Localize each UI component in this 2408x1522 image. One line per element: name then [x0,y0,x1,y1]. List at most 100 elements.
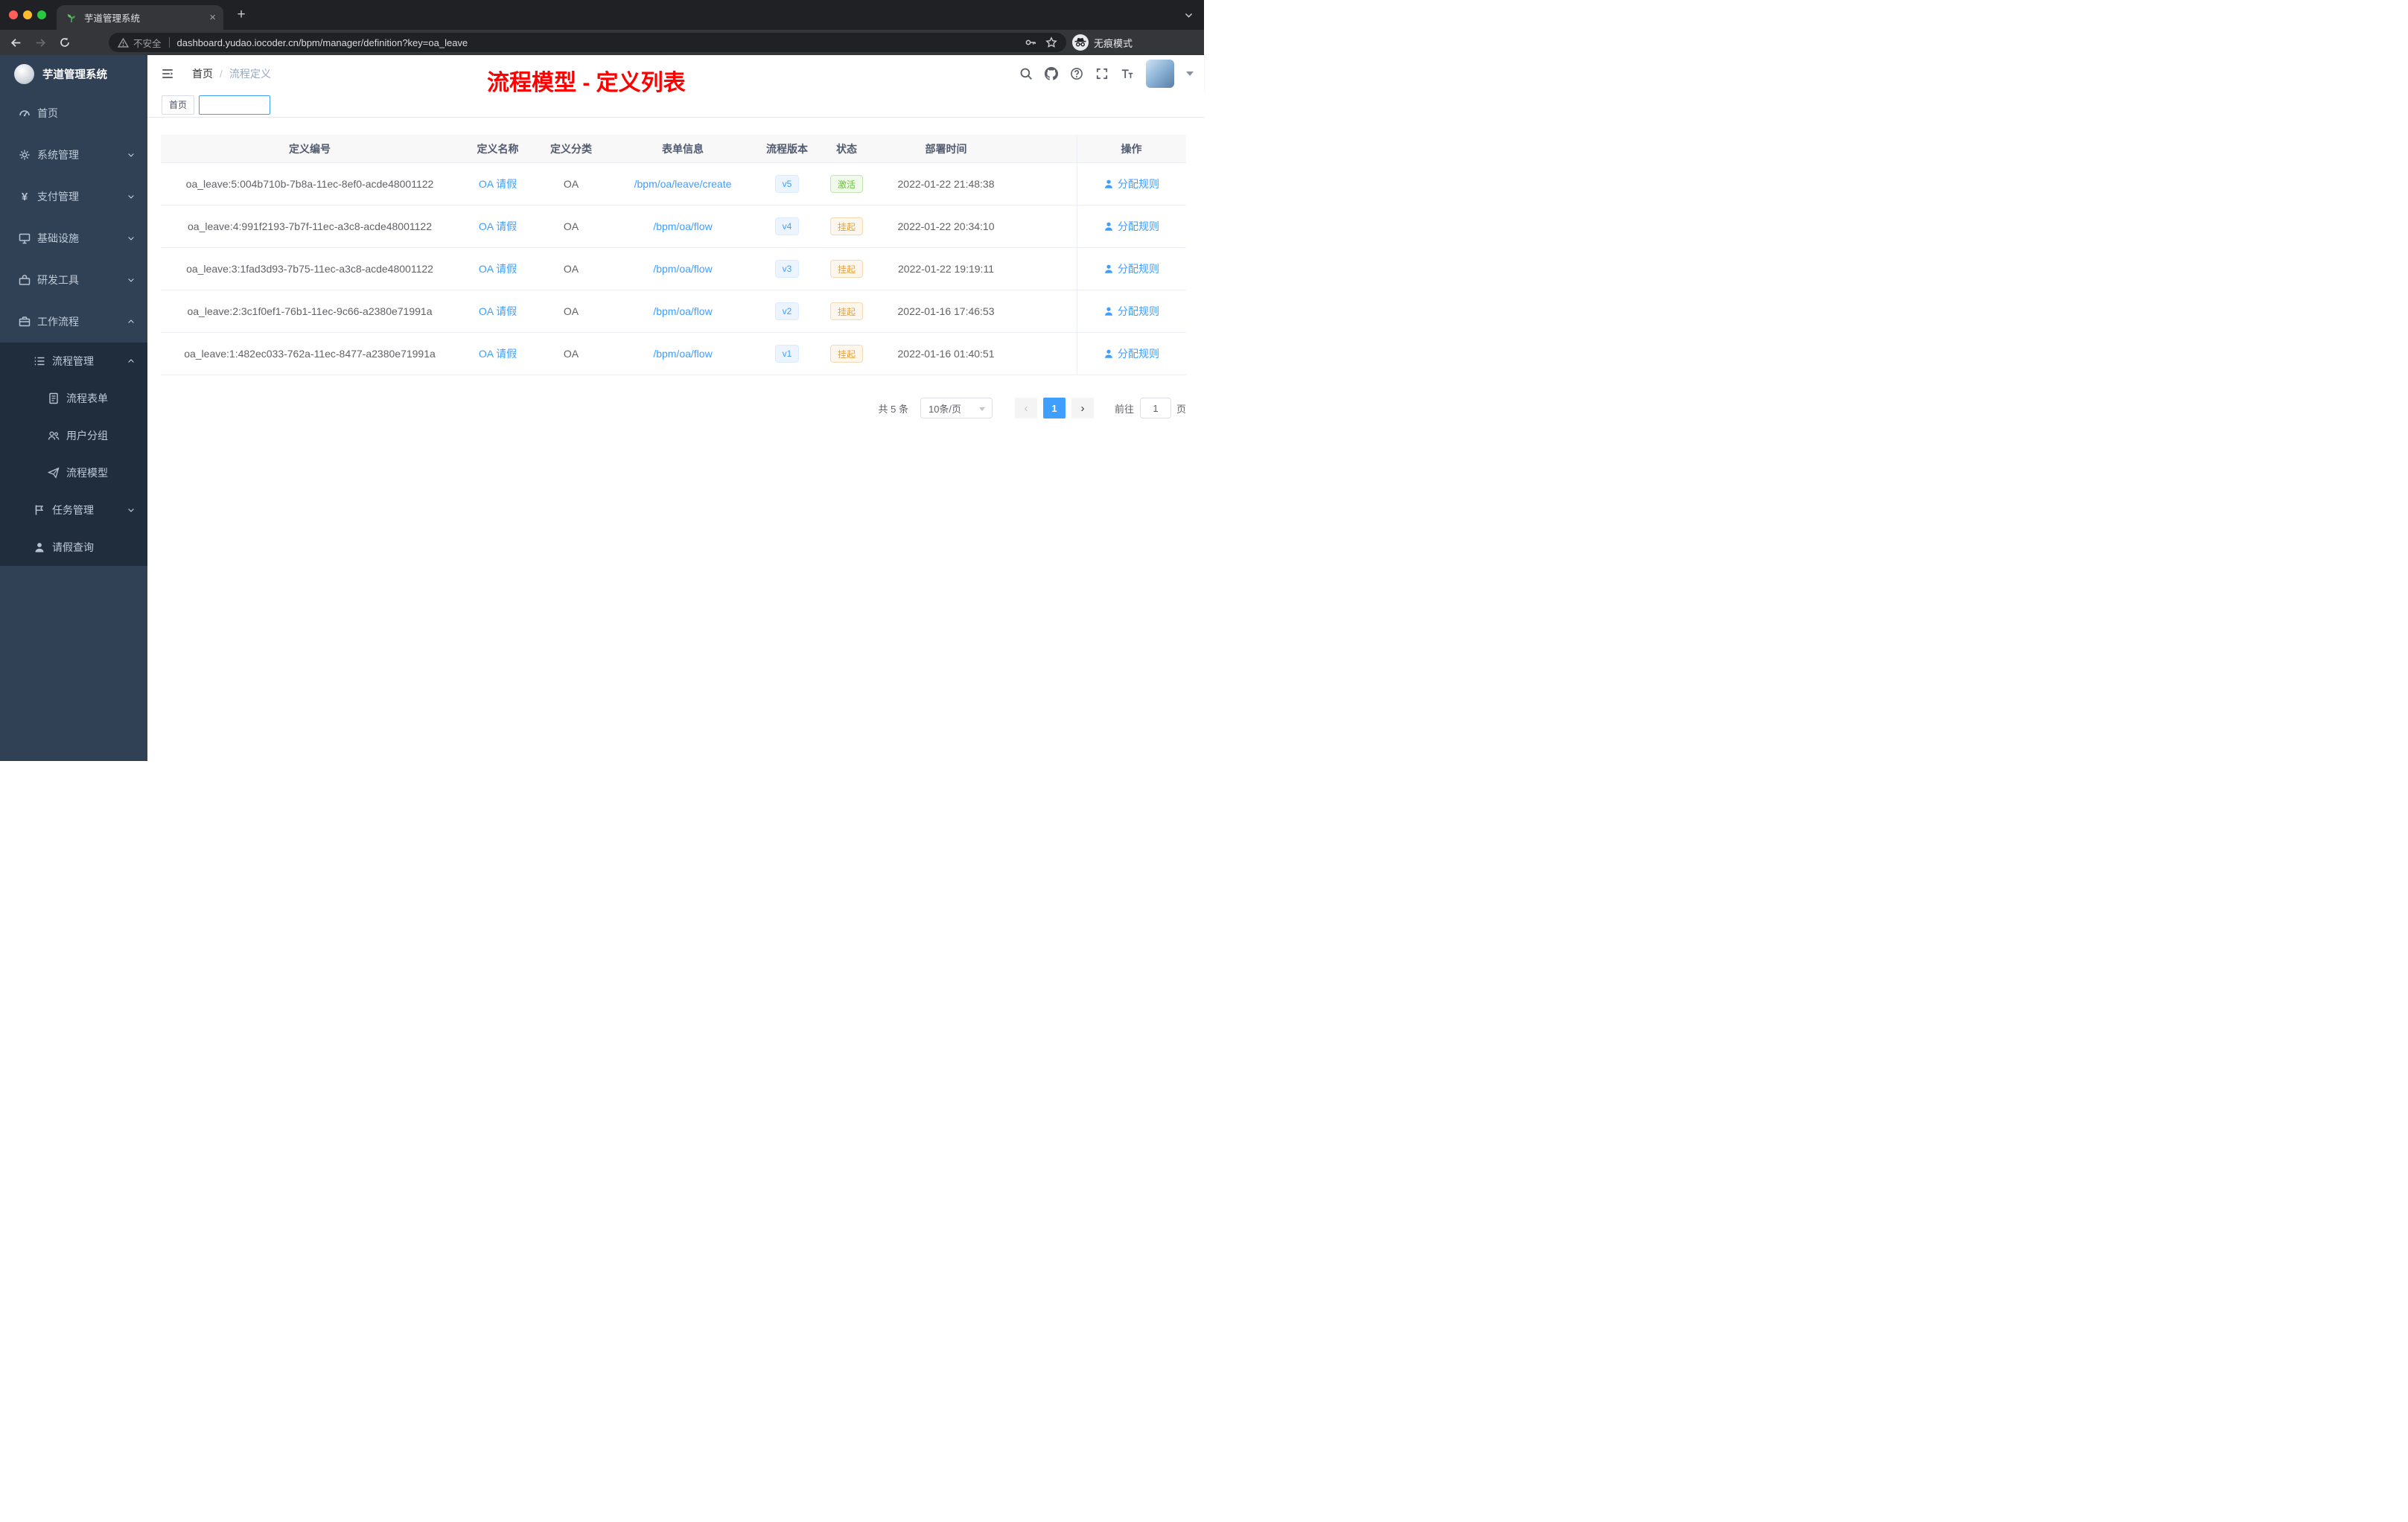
cell-form-link[interactable]: /bpm/oa/flow [605,290,760,332]
browser-tab[interactable]: 芋道管理系统 × [57,5,223,30]
help-icon[interactable] [1070,67,1083,80]
workflow-submenu: 流程管理 流程表单 用户分组 流程模型 任务管理 请假查询 [0,343,147,566]
url-omnibox[interactable]: 不安全 dashboard.yudao.iocoder.cn/bpm/manag… [109,33,1066,52]
cell-form-link[interactable]: /bpm/oa/flow [605,248,760,290]
cell-version: v3 [760,248,814,290]
navbar-actions [1019,55,1194,92]
tab-search-chevron-icon[interactable] [1184,10,1194,20]
cell-assign-rule[interactable]: 分配规则 [1077,333,1186,375]
chevron-down-icon [128,153,134,157]
avatar[interactable] [1146,60,1174,88]
hamburger-icon[interactable] [161,67,174,80]
chevron-down-icon [128,237,134,241]
paper-plane-icon [48,467,60,479]
table-row: oa_leave:1:482ec033-762a-11ec-8477-a2380… [161,333,1186,375]
tab-close-icon[interactable]: × [209,12,216,23]
page-goto-input[interactable] [1139,398,1171,418]
window-zoom-button[interactable] [37,10,46,19]
goto-label: 前往 [1114,403,1134,415]
version-badge: v5 [774,175,800,193]
sidebar-item-process-model[interactable]: 流程模型 [0,454,147,491]
cell-assign-rule[interactable]: 分配规则 [1077,290,1186,332]
sidebar-item-system-management[interactable]: 系统管理 [0,134,147,176]
cell-definition-name[interactable]: OA 请假 [459,248,537,290]
sidebar-item-workflow[interactable]: 工作流程 [0,301,147,343]
back-button[interactable] [7,34,25,51]
security-label[interactable]: 不安全 [133,36,162,50]
fullscreen-icon[interactable] [1095,67,1109,80]
gear-icon [19,150,30,160]
cell-definition-name[interactable]: OA 请假 [459,163,537,205]
column-header-name: 定义名称 [477,142,519,155]
cell-form-link[interactable]: /bpm/oa/flow [605,333,760,375]
cell-form-link[interactable]: /bpm/oa/leave/create [605,163,760,205]
sidebar-item-task-management[interactable]: 任务管理 [0,491,147,529]
cell-category: OA [563,220,579,232]
sidebar-item-process-management[interactable]: 流程管理 [0,343,147,380]
tags-view-bar: 首页 流程定义 × [147,92,1204,118]
url-text[interactable]: dashboard.yudao.iocoder.cn/bpm/manager/d… [177,37,1016,48]
cell-definition-name[interactable]: OA 请假 [459,290,537,332]
cell-form-link[interactable]: /bpm/oa/flow [605,206,760,247]
select-caret-icon [978,407,985,411]
search-icon[interactable] [1019,67,1033,80]
cell-deploy-time: 2022-01-22 19:19:11 [898,263,994,275]
cell-status: 挂起 [814,290,879,332]
cell-status: 挂起 [814,206,879,247]
window-close-button[interactable] [9,10,18,19]
cell-category: OA [563,348,579,360]
flag-icon [35,505,44,515]
yen-icon: ¥ [21,190,28,203]
chevron-up-icon [128,319,134,323]
pagination-total: 共 5 条 [878,403,908,415]
sidebar-item-leave-query[interactable]: 请假查询 [0,529,147,566]
bookmark-star-icon[interactable] [1045,36,1057,48]
sidebar-item-process-form[interactable]: 流程表单 [0,380,147,417]
cell-status: 激活 [814,163,879,205]
version-badge: v4 [774,217,800,235]
logo-image [14,63,34,84]
logo-title: 芋道管理系统 [42,69,107,81]
cell-definition-id: oa_leave:3:1fad3d93-7b75-11ec-a3c8-acde4… [186,263,433,275]
cell-category: OA [563,178,579,190]
sidebar-item-dev-tools[interactable]: 研发工具 [0,259,147,301]
reload-button[interactable] [56,34,74,51]
toolbox-lock-icon [19,275,31,285]
avatar-caret-icon[interactable] [1186,71,1194,76]
cell-filler [1013,248,1077,290]
sidebar-item-home[interactable]: 首页 [0,92,147,134]
list-icon [34,357,45,366]
sidebar-item-user-group[interactable]: 用户分组 [0,417,147,454]
cell-assign-rule[interactable]: 分配规则 [1077,248,1186,290]
forward-button[interactable] [31,34,49,51]
tag-close-icon[interactable]: × [257,100,263,109]
cell-assign-rule[interactable]: 分配规则 [1077,206,1186,247]
sidebar: 芋道管理系统 首页 系统管理 ¥ 支付管理 基础设施 研发工具 工作流程 流程管… [0,55,147,761]
tag-home[interactable]: 首页 [162,95,195,115]
table-body: oa_leave:5:004b710b-7b8a-11ec-8ef0-acde4… [161,163,1186,375]
cell-status: 挂起 [814,248,879,290]
breadcrumb-home[interactable]: 首页 [192,66,213,81]
cell-definition-name[interactable]: OA 请假 [459,206,537,247]
chevron-down-icon [128,509,134,512]
cell-status: 挂起 [814,333,879,375]
browser-addressbar: 不安全 dashboard.yudao.iocoder.cn/bpm/manag… [0,30,1204,81]
github-icon[interactable] [1045,67,1058,80]
cell-definition-name[interactable]: OA 请假 [459,333,537,375]
page-number-1[interactable]: 1 [1042,398,1066,418]
password-key-icon[interactable] [1025,36,1036,48]
column-header-status: 状态 [836,142,857,155]
prev-page-button[interactable]: ‹ [1014,398,1037,418]
new-tab-button[interactable]: + [232,6,250,24]
window-minimize-button[interactable] [23,10,32,19]
version-badge: v1 [774,345,800,363]
sidebar-item-payment-management[interactable]: ¥ 支付管理 [0,176,147,217]
page-size-select[interactable]: 10条/页 [920,398,993,418]
tag-process-definition[interactable]: 流程定义 × [199,95,270,115]
next-page-button[interactable]: › [1071,398,1094,418]
cell-filler [1013,290,1077,332]
cell-assign-rule[interactable]: 分配规则 [1077,163,1186,205]
font-size-icon[interactable] [1121,67,1134,80]
sidebar-logo[interactable]: 芋道管理系统 [0,55,147,92]
sidebar-item-infrastructure[interactable]: 基础设施 [0,217,147,259]
